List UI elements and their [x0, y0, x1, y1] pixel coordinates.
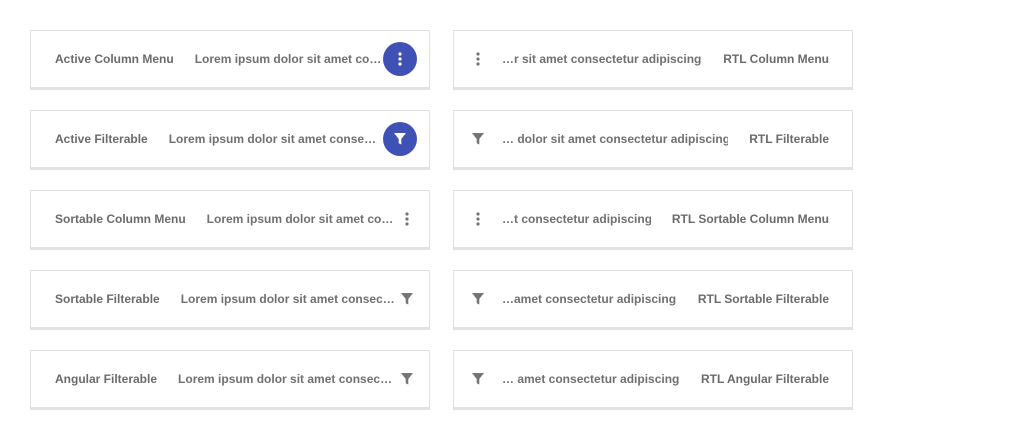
filter-icon	[401, 293, 413, 305]
more-vert-icon	[398, 52, 402, 66]
header-title: Active Column Menu	[55, 52, 174, 66]
column-menu-button[interactable]	[468, 202, 488, 236]
column-menu-button[interactable]	[468, 42, 488, 76]
column-header-sortable-column-menu[interactable]: Sortable Column Menu Lorem ipsum dolor s…	[30, 190, 430, 250]
header-description: Lorem ipsum dolor sit amet consecte…	[178, 372, 396, 386]
more-vert-icon	[476, 212, 480, 226]
header-title: RTL Sortable Column Menu	[671, 212, 829, 226]
header-title: Sortable Filterable	[55, 292, 160, 306]
column-header-rtl-column-menu: …r sit amet consectetur adipiscing elit …	[453, 30, 853, 90]
column-header-active-filterable: Active Filterable Lorem ipsum dolor sit …	[30, 110, 430, 170]
filter-button[interactable]	[468, 282, 488, 316]
column-header-rtl-filterable: … dolor sit amet consectetur adipiscing …	[453, 110, 853, 170]
column-menu-button[interactable]	[383, 42, 417, 76]
header-description: …t consectetur adipiscing elit	[502, 212, 651, 226]
filter-icon	[472, 373, 484, 385]
header-title: Angular Filterable	[55, 372, 158, 386]
more-vert-icon	[405, 212, 409, 226]
header-title: Active Filterable	[55, 132, 148, 146]
header-title: RTL Angular Filterable	[700, 372, 829, 386]
header-description: Lorem ipsum dolor sit amet con…	[206, 212, 396, 226]
header-description: Lorem ipsum dolor sit amet consectet…	[168, 132, 382, 146]
column-header-rtl-sortable-column-menu[interactable]: …t consectetur adipiscing elit RTL Sorta…	[453, 190, 853, 250]
filter-icon	[401, 373, 413, 385]
column-header-rtl-angular-filterable: … amet consectetur adipiscing elit RTL A…	[453, 350, 853, 410]
filter-icon	[394, 133, 406, 145]
filter-button[interactable]	[397, 282, 417, 316]
filter-button[interactable]	[397, 362, 417, 396]
column-header-angular-filterable: Angular Filterable Lorem ipsum dolor sit…	[30, 350, 430, 410]
filter-button[interactable]	[468, 122, 488, 156]
filter-icon	[472, 293, 484, 305]
header-title: Sortable Column Menu	[55, 212, 186, 226]
header-description: …r sit amet consectetur adipiscing elit	[502, 52, 703, 66]
filter-icon	[472, 133, 484, 145]
header-title: RTL Filterable	[749, 132, 829, 146]
column-header-rtl-sortable-filterable[interactable]: …amet consectetur adipiscing elit RTL So…	[453, 270, 853, 330]
header-description: Lorem ipsum dolor sit amet consect…	[180, 292, 396, 306]
column-header-active-column-menu: Active Column Menu Lorem ipsum dolor sit…	[30, 30, 430, 90]
header-title: RTL Sortable Filterable	[697, 292, 829, 306]
header-description: Lorem ipsum dolor sit amet conse…	[194, 52, 382, 66]
header-description: … amet consectetur adipiscing elit	[502, 372, 680, 386]
column-header-sortable-filterable[interactable]: Sortable Filterable Lorem ipsum dolor si…	[30, 270, 430, 330]
filter-button[interactable]	[383, 122, 417, 156]
more-vert-icon	[476, 52, 480, 66]
header-title: RTL Column Menu	[723, 52, 829, 66]
filter-button[interactable]	[468, 362, 488, 396]
column-menu-button[interactable]	[397, 202, 417, 236]
header-description: …amet consectetur adipiscing elit	[502, 292, 677, 306]
header-description: … dolor sit amet consectetur adipiscing …	[502, 132, 729, 146]
